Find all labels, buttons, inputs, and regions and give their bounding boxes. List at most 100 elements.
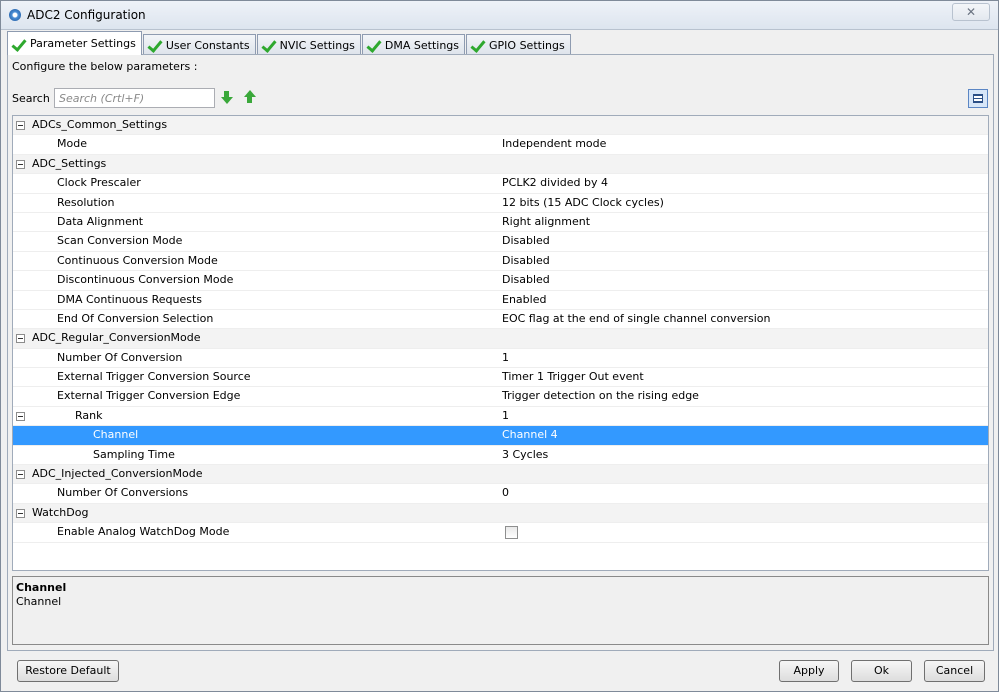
check-icon [11,37,27,51]
parameter-name: Data Alignment [57,214,144,228]
group-row[interactable]: ADC_Regular_ConversionMode [13,329,988,349]
tab-label: DMA Settings [384,38,460,52]
parameter-row[interactable]: Resolution 12 bits (15 ADC Clock cycles) [13,194,988,213]
parameter-name: Resolution [57,195,115,209]
parameter-name: End Of Conversion Selection [57,311,214,325]
parameter-name: Rank [75,408,103,422]
description-text: Channel [16,595,62,608]
parameter-value[interactable]: Independent mode [502,135,606,153]
parameter-row[interactable]: Sampling Time 3 Cycles [13,446,988,466]
parameter-row[interactable]: DMA Continuous Requests Enabled [13,291,988,310]
tab-label: GPIO Settings [489,38,565,52]
collapse-icon[interactable] [16,508,25,518]
parameter-row[interactable]: Clock Prescaler PCLK2 divided by 4 [13,174,988,194]
tab-user-constants[interactable]: User Constants [142,34,256,55]
check-icon [261,38,277,52]
search-label: Search : [12,92,57,105]
description-panel: Channel Channel [12,576,989,645]
parameter-name: ADCs_Common_Settings [32,118,168,131]
parameter-value[interactable]: 1 [502,349,509,367]
parameter-value[interactable]: PCLK2 divided by 4 [502,174,608,192]
parameter-value[interactable]: 12 bits (15 ADC Clock cycles) [502,194,664,212]
adc2-configuration-dialog: ADC2 Configuration ✕ Parameter Settings … [0,0,999,692]
check-icon [147,38,163,52]
parameter-name: ADC_Regular_ConversionMode [32,331,201,345]
parameter-value[interactable]: Right alignment [502,213,590,231]
parameter-value[interactable]: 1 [502,407,509,425]
parameter-name: WatchDog [32,505,89,519]
description-title: Channel [16,581,67,594]
parameter-value[interactable]: Timer 1 Trigger Out event [502,368,644,386]
ok-button[interactable]: Ok [851,660,912,682]
tab-gpio-settings[interactable]: GPIO Settings [466,34,571,55]
parameter-name: Channel [93,428,139,442]
parameter-name: DMA Continuous Requests [57,292,203,306]
tab-label: User Constants [165,38,250,52]
parameter-row[interactable]: End Of Conversion Selection EOC flag at t… [13,310,988,330]
parameter-value[interactable]: 0 [502,484,509,502]
check-icon [366,38,382,52]
parameter-name: ADC_Settings [32,156,107,170]
restore-default-button[interactable]: Restore Default [17,660,119,682]
collapse-icon[interactable] [16,159,25,169]
parameter-name: Discontinuous Conversion Mode [57,273,234,287]
enable-watchdog-checkbox[interactable] [505,526,518,540]
parameter-row[interactable]: Continuous Conversion Mode Disabled [13,252,988,272]
tab-nvic-settings[interactable]: NVIC Settings [256,34,361,55]
parameter-value[interactable]: Disabled [502,271,550,289]
parameter-value[interactable]: Trigger detection on the rising edge [502,387,699,405]
parameter-value[interactable]: 3 Cycles [502,446,548,464]
parameter-row[interactable]: Discontinuous Conversion Mode Disabled [13,271,988,291]
view-toggle-button[interactable] [968,89,988,108]
apply-button[interactable]: Apply [779,660,839,682]
arrow-up-icon[interactable] [244,90,258,105]
tab-label: NVIC Settings [279,38,355,52]
parameter-row[interactable]: Scan Conversion Mode Disabled [13,232,988,252]
parameter-value[interactable]: Disabled [502,252,550,270]
list-view-icon [973,94,983,103]
parameter-row[interactable]: Rank 1 [13,407,988,427]
tab-dma-settings[interactable]: DMA Settings [361,34,466,55]
parameter-row[interactable]: Enable Analog WatchDog Mode [13,523,988,543]
search-input[interactable] [54,88,215,108]
collapse-icon[interactable] [16,334,25,344]
close-icon: ✕ [965,5,977,19]
parameter-name: ADC_Injected_ConversionMode [32,467,203,481]
parameter-row[interactable]: Channel Channel 4 [13,426,988,446]
close-button[interactable]: ✕ [952,3,990,21]
collapse-icon[interactable] [16,470,25,480]
parameter-row[interactable]: External Trigger Conversion Source Timer … [13,368,988,388]
parameter-name: Mode [57,137,87,151]
parameter-grid: ADCs_Common_Settings Mode Independent mode… [12,115,989,571]
cancel-button[interactable]: Cancel [924,660,985,682]
group-row[interactable]: ADC_Settings [13,154,988,175]
group-row[interactable]: WatchDog [13,503,988,524]
parameter-name: Clock Prescaler [57,176,141,190]
intro-text: Configure the below parameters : [12,60,198,73]
tab-label: Parameter Settings [30,37,136,50]
arrow-down-icon[interactable] [221,91,235,105]
collapse-icon[interactable] [16,411,25,421]
group-row[interactable]: ADC_Injected_ConversionMode [13,465,988,485]
parameter-row[interactable]: Data Alignment Right alignment [13,213,988,233]
app-icon [9,9,21,21]
parameter-row[interactable]: Number Of Conversions 0 [13,484,988,504]
parameter-value[interactable]: Disabled [502,232,550,250]
group-row[interactable]: ADCs_Common_Settings [13,116,988,136]
parameter-name: Continuous Conversion Mode [57,253,218,267]
parameter-row[interactable]: Mode Independent mode [13,135,988,155]
tab-parameter-settings[interactable]: Parameter Settings [7,31,142,55]
parameter-value[interactable]: EOC flag at the end of single channel co… [502,310,770,328]
title-bar: ADC2 Configuration ✕ [1,1,998,30]
parameter-row[interactable]: Number Of Conversion 1 [13,349,988,369]
check-icon [470,38,486,52]
tab-bar: Parameter Settings User Constants NVIC S… [7,31,572,55]
parameter-value[interactable]: Enabled [502,291,546,309]
collapse-icon[interactable] [16,121,25,130]
parameter-name: External Trigger Conversion Source [57,370,251,384]
parameter-value[interactable]: Channel 4 [502,426,558,444]
window-title: ADC2 Configuration [27,8,146,22]
parameter-name: Number Of Conversion [57,350,183,364]
parameter-row[interactable]: External Trigger Conversion Edge Trigger … [13,387,988,407]
parameter-settings-panel: Configure the below parameters : Search … [7,54,994,651]
